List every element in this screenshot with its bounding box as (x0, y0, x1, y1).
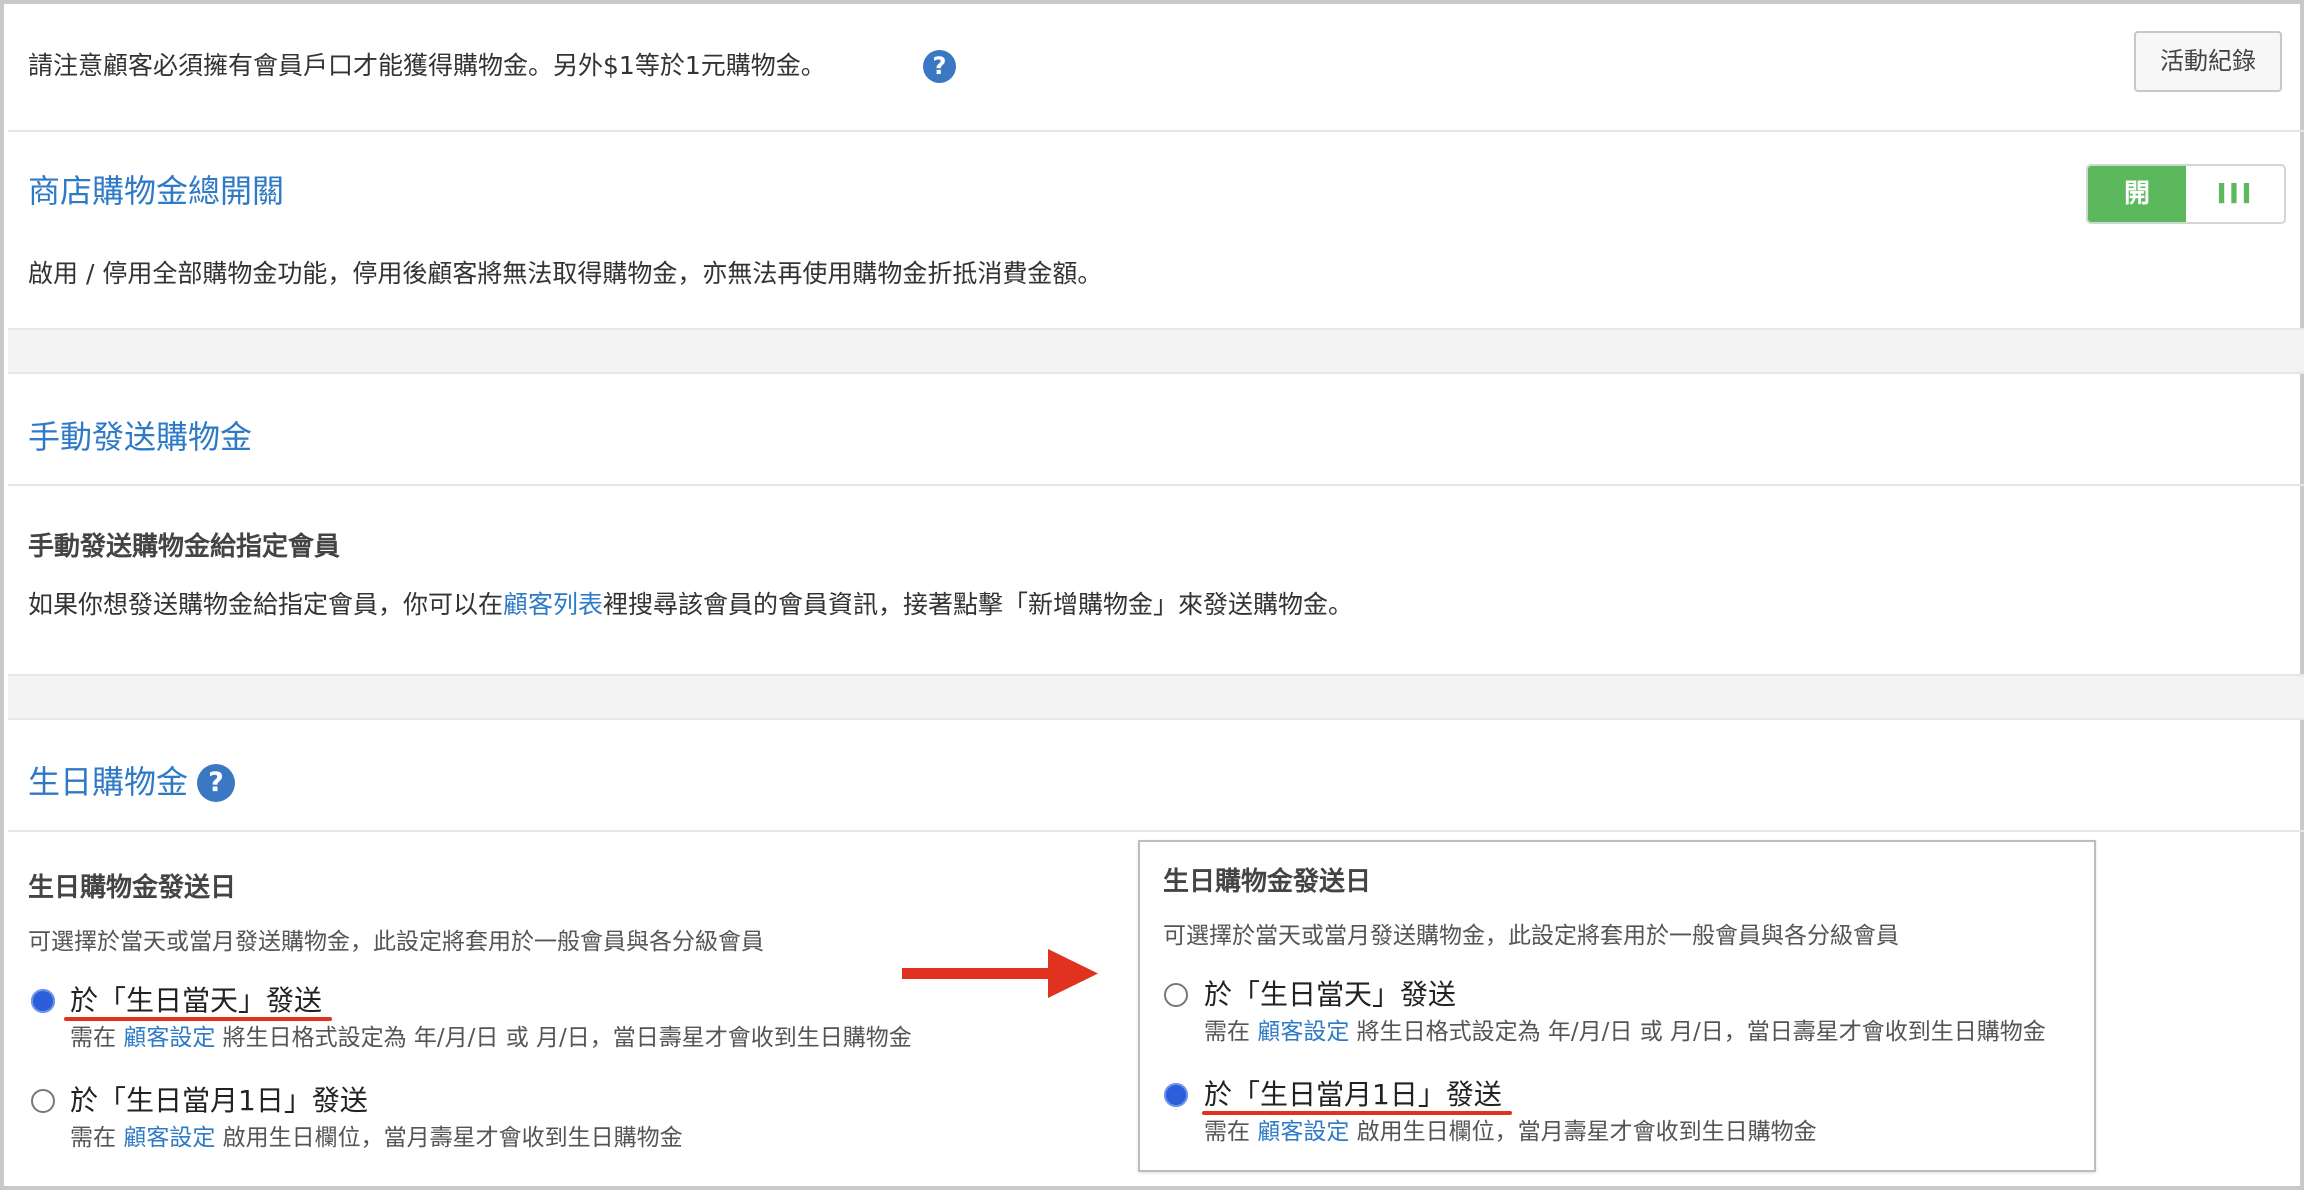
radio-birthday-day[interactable] (1164, 983, 1188, 1007)
divider (8, 718, 2304, 720)
option-birthday-day-label[interactable]: 於「生日當天」發送 (1204, 976, 1456, 1014)
customer-settings-link[interactable]: 顧客設定 (1257, 1019, 1349, 1045)
send-day-description: 可選擇於當天或當月發送購物金，此設定將套用於一般會員與各分級會員 (28, 929, 764, 955)
option-birthday-month-label[interactable]: 於「生日當月1日」發送 (70, 1082, 368, 1120)
annotation-arrow-icon (902, 949, 1098, 998)
manual-send-title: 手動發送購物金 (28, 418, 253, 456)
section-gap (8, 676, 2304, 718)
master-switch-toggle[interactable]: 開 III (2086, 164, 2286, 224)
divider (8, 830, 2304, 832)
annotation-underline (1202, 1111, 1512, 1115)
radio-birthday-day[interactable] (31, 989, 55, 1013)
member-notice-text: 請注意顧客必須擁有會員戶口才能獲得購物金。另外$1等於1元購物金。 (28, 51, 826, 80)
master-switch-description: 啟用 / 停用全部購物金功能，停用後顧客將無法取得購物金，亦無法再使用購物金折抵… (28, 259, 1103, 288)
send-day-description: 可選擇於當天或當月發送購物金，此設定將套用於一般會員與各分級會員 (1163, 923, 1899, 949)
manual-desc-after: 裡搜尋該會員的會員資訊，接著點擊「新增購物金」來發送購物金。 (603, 590, 1354, 619)
note-after: 啟用生日欄位，當月壽星才會收到生日購物金 (222, 1125, 683, 1151)
option-birthday-day-note: 需在 顧客設定 將生日格式設定為 年/月/日 或 月/日，當日壽星才會收到生日購… (1204, 1016, 2046, 1048)
send-day-label: 生日購物金發送日 (28, 873, 237, 903)
option-birthday-month-label[interactable]: 於「生日當月1日」發送 (1204, 1076, 1502, 1114)
divider (8, 372, 2304, 374)
option-birthday-month-note: 需在 顧客設定 啟用生日欄位，當月壽星才會收到生日購物金 (70, 1122, 683, 1154)
toggle-on-label[interactable]: 開 (2088, 166, 2186, 222)
radio-birthday-month[interactable] (1164, 1083, 1188, 1107)
manual-send-description: 如果你想發送購物金給指定會員，你可以在顧客列表裡搜尋該會員的會員資訊，接著點擊「… (28, 588, 1353, 622)
customer-settings-link[interactable]: 顧客設定 (1257, 1119, 1349, 1145)
note-after: 將生日格式設定為 年/月/日 或 月/日，當日壽星才會收到生日購物金 (1356, 1019, 2046, 1045)
manual-send-subtitle: 手動發送購物金給指定會員 (28, 532, 341, 562)
option-birthday-day-label[interactable]: 於「生日當天」發送 (70, 982, 322, 1020)
master-switch-title: 商店購物金總開關 (28, 172, 285, 210)
note-before: 需在 (70, 1125, 116, 1151)
send-day-label: 生日購物金發送日 (1163, 867, 1372, 897)
option-birthday-month-note: 需在 顧客設定 啟用生日欄位，當月壽星才會收到生日購物金 (1204, 1116, 1817, 1148)
manual-desc-before: 如果你想發送購物金給指定會員，你可以在 (28, 590, 504, 619)
radio-birthday-month[interactable] (31, 1089, 55, 1113)
activity-log-button[interactable]: 活動紀錄 (2134, 31, 2282, 92)
page-frame: 請注意顧客必須擁有會員戶口才能獲得購物金。另外$1等於1元購物金。 ? 活動紀錄… (0, 0, 2304, 1190)
help-icon[interactable]: ? (923, 50, 956, 83)
customer-list-link[interactable]: 顧客列表 (503, 590, 603, 619)
customer-settings-link[interactable]: 顧客設定 (123, 1025, 215, 1051)
note-before: 需在 (70, 1025, 116, 1051)
section-gap (8, 330, 2304, 372)
note-after: 啟用生日欄位，當月壽星才會收到生日購物金 (1356, 1119, 1817, 1145)
help-icon[interactable]: ? (197, 764, 235, 802)
annotation-underline (64, 1017, 332, 1021)
note-before: 需在 (1204, 1019, 1250, 1045)
option-birthday-day-note: 需在 顧客設定 將生日格式設定為 年/月/日 或 月/日，當日壽星才會收到生日購… (70, 1022, 912, 1054)
customer-settings-link[interactable]: 顧客設定 (123, 1125, 215, 1151)
note-after: 將生日格式設定為 年/月/日 或 月/日，當日壽星才會收到生日購物金 (222, 1025, 912, 1051)
toggle-off-icon[interactable]: III (2186, 166, 2284, 222)
divider (8, 130, 2304, 132)
birthday-credit-title: 生日購物金 (28, 763, 189, 801)
note-before: 需在 (1204, 1119, 1250, 1145)
divider (8, 484, 2304, 486)
